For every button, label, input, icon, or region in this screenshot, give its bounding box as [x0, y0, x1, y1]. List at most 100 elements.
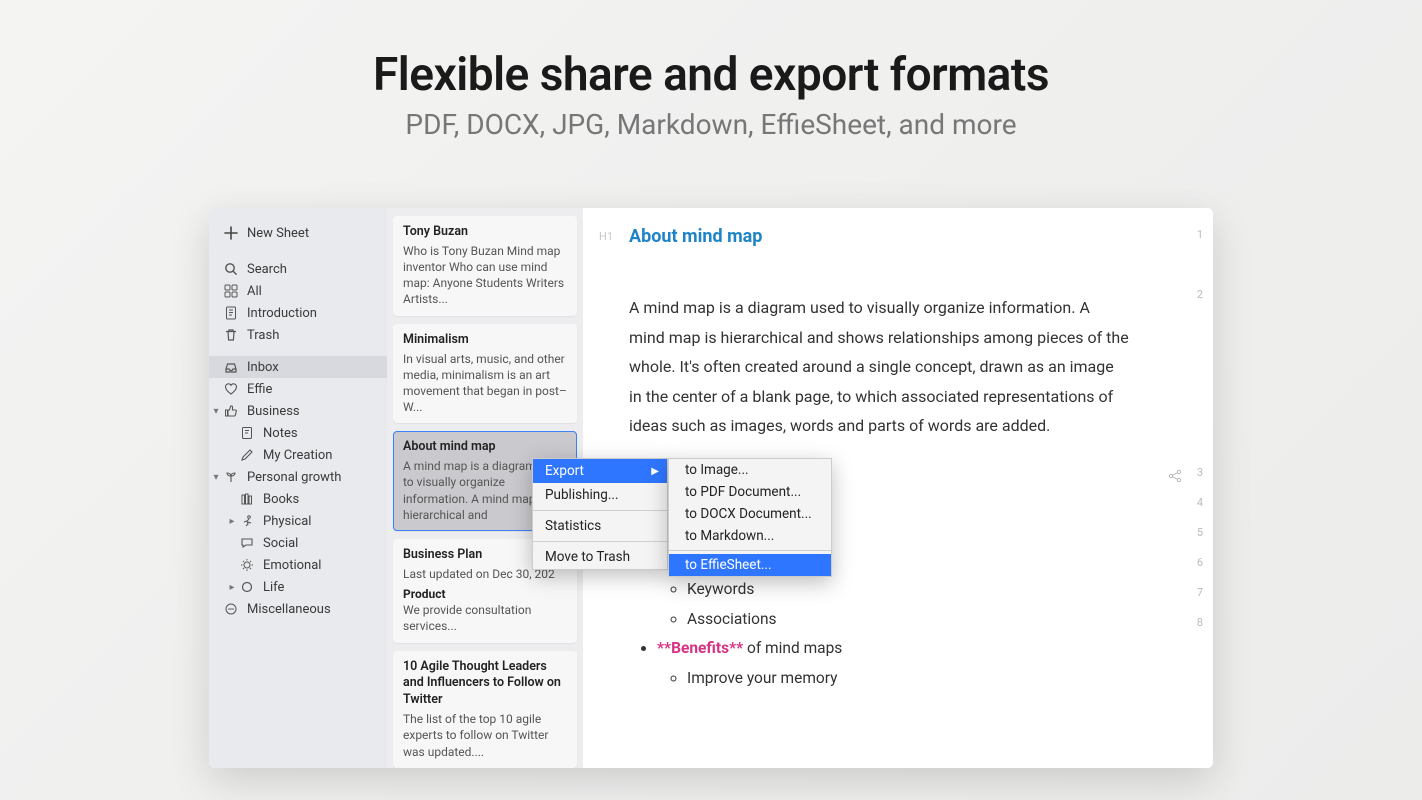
sidebar-item-search[interactable]: Search: [209, 258, 387, 280]
sidebar-label: Effie: [247, 382, 272, 397]
sidebar-item-inbox[interactable]: Inbox: [209, 356, 387, 378]
menu-separator: [533, 510, 667, 511]
menu-label: to Markdown...: [685, 528, 774, 544]
sidebar-label: Emotional: [263, 558, 321, 573]
chevron-right-icon: ▸: [227, 582, 237, 593]
sidebar-label: Notes: [263, 426, 298, 441]
submenu-item-to-image[interactable]: to Image...: [669, 459, 831, 481]
sidebar-item-physical[interactable]: ▸ Physical: [209, 510, 387, 532]
chevron-right-icon: ▶: [651, 466, 659, 477]
sidebar: New Sheet Search All Introduction Tras: [209, 208, 387, 768]
sidebar-label: Books: [263, 492, 299, 507]
note-card[interactable]: Tony Buzan Who is Tony Buzan Mind map in…: [393, 216, 577, 316]
sidebar-label: My Creation: [263, 448, 332, 463]
sidebar-item-effie[interactable]: Effie: [209, 378, 387, 400]
share-icon[interactable]: [1167, 468, 1183, 484]
submenu-item-to-pdf[interactable]: to PDF Document...: [669, 481, 831, 503]
grid-icon: [223, 283, 239, 299]
heart-icon: [223, 381, 239, 397]
submenu-item-to-markdown[interactable]: to Markdown...: [669, 525, 831, 547]
new-sheet-label: New Sheet: [247, 226, 309, 241]
sidebar-folder-personal-growth[interactable]: ▾ Personal growth: [209, 466, 387, 488]
menu-item-publishing[interactable]: Publishing...: [533, 483, 667, 507]
line-number: 5: [1197, 526, 1203, 539]
menu-label: to DOCX Document...: [685, 506, 812, 522]
note-title-secondary: Product: [403, 586, 567, 602]
chevron-down-icon: ▾: [211, 472, 221, 483]
sidebar-label: Social: [263, 536, 298, 551]
marketing-title: Flexible share and export formats: [0, 48, 1422, 102]
menu-item-move-to-trash[interactable]: Move to Trash: [533, 545, 667, 569]
sidebar-item-books[interactable]: Books: [209, 488, 387, 510]
line-number: 4: [1197, 496, 1203, 509]
sidebar-item-trash[interactable]: Trash: [209, 324, 387, 346]
bullet-item: Keywords: [687, 575, 1187, 604]
line-number: 7: [1197, 586, 1203, 599]
dots-icon: [223, 601, 239, 617]
line-number: 6: [1197, 556, 1203, 569]
sidebar-folder-business[interactable]: ▾ Business: [209, 400, 387, 422]
context-menu: Export ▶ Publishing... Statistics Move t…: [532, 458, 668, 570]
document-paragraph: A mind map is a diagram used to visually…: [629, 293, 1129, 441]
marketing-header: Flexible share and export formats PDF, D…: [0, 0, 1422, 141]
line-number: 2: [1197, 288, 1203, 301]
sidebar-label: Physical: [263, 514, 311, 529]
menu-item-statistics[interactable]: Statistics: [533, 514, 667, 538]
sidebar-item-emotional[interactable]: Emotional: [209, 554, 387, 576]
sidebar-label: Miscellaneous: [247, 602, 331, 617]
bullet-item: Associations: [687, 605, 1187, 634]
heading-marker: H1: [599, 230, 613, 243]
sprout-icon: [223, 469, 239, 485]
note-excerpt: In visual arts, music, and other media, …: [403, 351, 567, 416]
document-title: About mind map: [629, 226, 762, 247]
menu-label: to Image...: [685, 462, 749, 478]
line-number: 8: [1197, 616, 1203, 629]
bullet-item: Improve your memory: [687, 664, 1187, 693]
sidebar-label: Business: [247, 404, 300, 419]
note-title: 10 Agile Thought Leaders and Influencers…: [403, 659, 567, 710]
note-title: About mind map: [403, 439, 567, 456]
menu-label: to PDF Document...: [685, 484, 801, 500]
note-title: Tony Buzan: [403, 224, 567, 241]
sidebar-item-mycreation[interactable]: My Creation: [209, 444, 387, 466]
sidebar-item-social[interactable]: Social: [209, 532, 387, 554]
circle-icon: [239, 579, 255, 595]
sidebar-item-notes[interactable]: Notes: [209, 422, 387, 444]
note-excerpt: We provide consultation services...: [403, 602, 567, 634]
menu-separator: [533, 541, 667, 542]
note-excerpt: Who is Tony Buzan Mind map inventor Who …: [403, 243, 567, 308]
books-icon: [239, 491, 255, 507]
sidebar-label: All: [247, 284, 262, 299]
search-icon: [223, 261, 239, 277]
sidebar-item-introduction[interactable]: Introduction: [209, 302, 387, 324]
running-icon: [239, 513, 255, 529]
export-submenu: to Image... to PDF Document... to DOCX D…: [668, 458, 832, 577]
chat-icon: [239, 535, 255, 551]
line-number: 3: [1197, 466, 1203, 479]
note-card[interactable]: 10 Agile Thought Leaders and Influencers…: [393, 651, 577, 768]
menu-separator: [669, 550, 831, 551]
sidebar-item-misc[interactable]: Miscellaneous: [209, 598, 387, 620]
note-card[interactable]: Minimalism In visual arts, music, and ot…: [393, 324, 577, 424]
submenu-item-to-effiesheet[interactable]: to EffieSheet...: [669, 554, 831, 576]
trash-icon: [223, 327, 239, 343]
line-number: 1: [1197, 228, 1203, 241]
menu-label: Export: [545, 463, 584, 479]
sidebar-label: Personal growth: [247, 470, 341, 485]
sidebar-label: Search: [247, 262, 287, 277]
sidebar-label: Life: [263, 580, 284, 595]
note-title: Minimalism: [403, 332, 567, 349]
sidebar-label: Trash: [247, 328, 279, 343]
sidebar-label: Inbox: [247, 360, 279, 375]
chevron-down-icon: ▾: [211, 406, 221, 417]
sidebar-item-life[interactable]: ▸ Life: [209, 576, 387, 598]
document-title-line: About mind map: [629, 226, 1187, 247]
new-sheet-button[interactable]: New Sheet: [209, 218, 387, 248]
note-excerpt: The list of the top 10 agile experts to …: [403, 711, 567, 760]
submenu-item-to-docx[interactable]: to DOCX Document...: [669, 503, 831, 525]
bullet-item: **Benefits** of mind maps: [657, 634, 1187, 663]
sidebar-item-all[interactable]: All: [209, 280, 387, 302]
document-icon: [223, 305, 239, 321]
chevron-right-icon: ▸: [227, 516, 237, 527]
menu-item-export[interactable]: Export ▶: [533, 459, 667, 483]
